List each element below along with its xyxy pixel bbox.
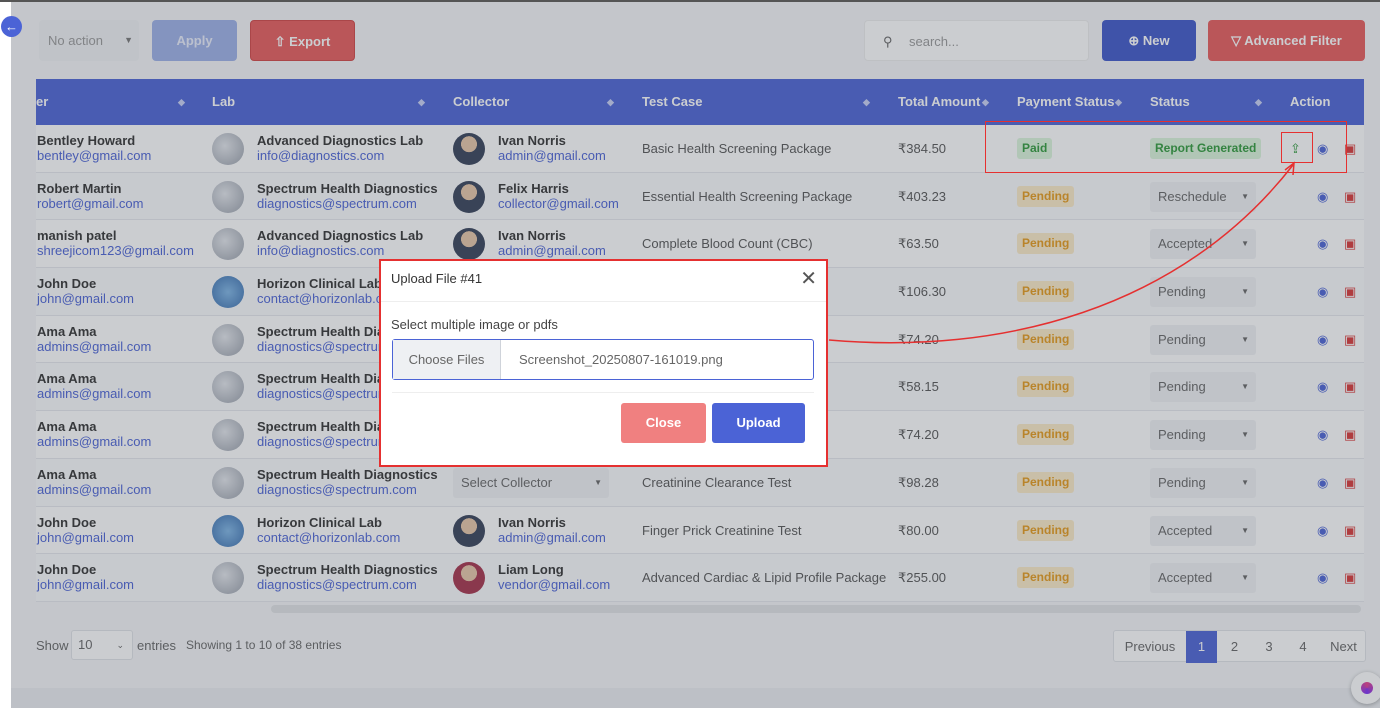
- selected-file-name: Screenshot_20250807-161019.png: [519, 352, 723, 367]
- upload-button[interactable]: Upload: [712, 403, 805, 443]
- modal-title: Upload File #41: [391, 271, 483, 286]
- modal-divider: [381, 301, 826, 302]
- close-icon[interactable]: ✕: [800, 269, 817, 289]
- upload-file-modal: Upload File #41 ✕ Select multiple image …: [379, 259, 828, 467]
- choose-files-button[interactable]: Choose Files: [393, 340, 501, 379]
- file-input-label: Select multiple image or pdfs: [391, 317, 558, 332]
- file-input[interactable]: Choose Files Screenshot_20250807-161019.…: [392, 339, 814, 380]
- back-arrow-icon[interactable]: ←: [1, 16, 22, 37]
- modal-footer-divider: [392, 392, 814, 393]
- close-button[interactable]: Close: [621, 403, 706, 443]
